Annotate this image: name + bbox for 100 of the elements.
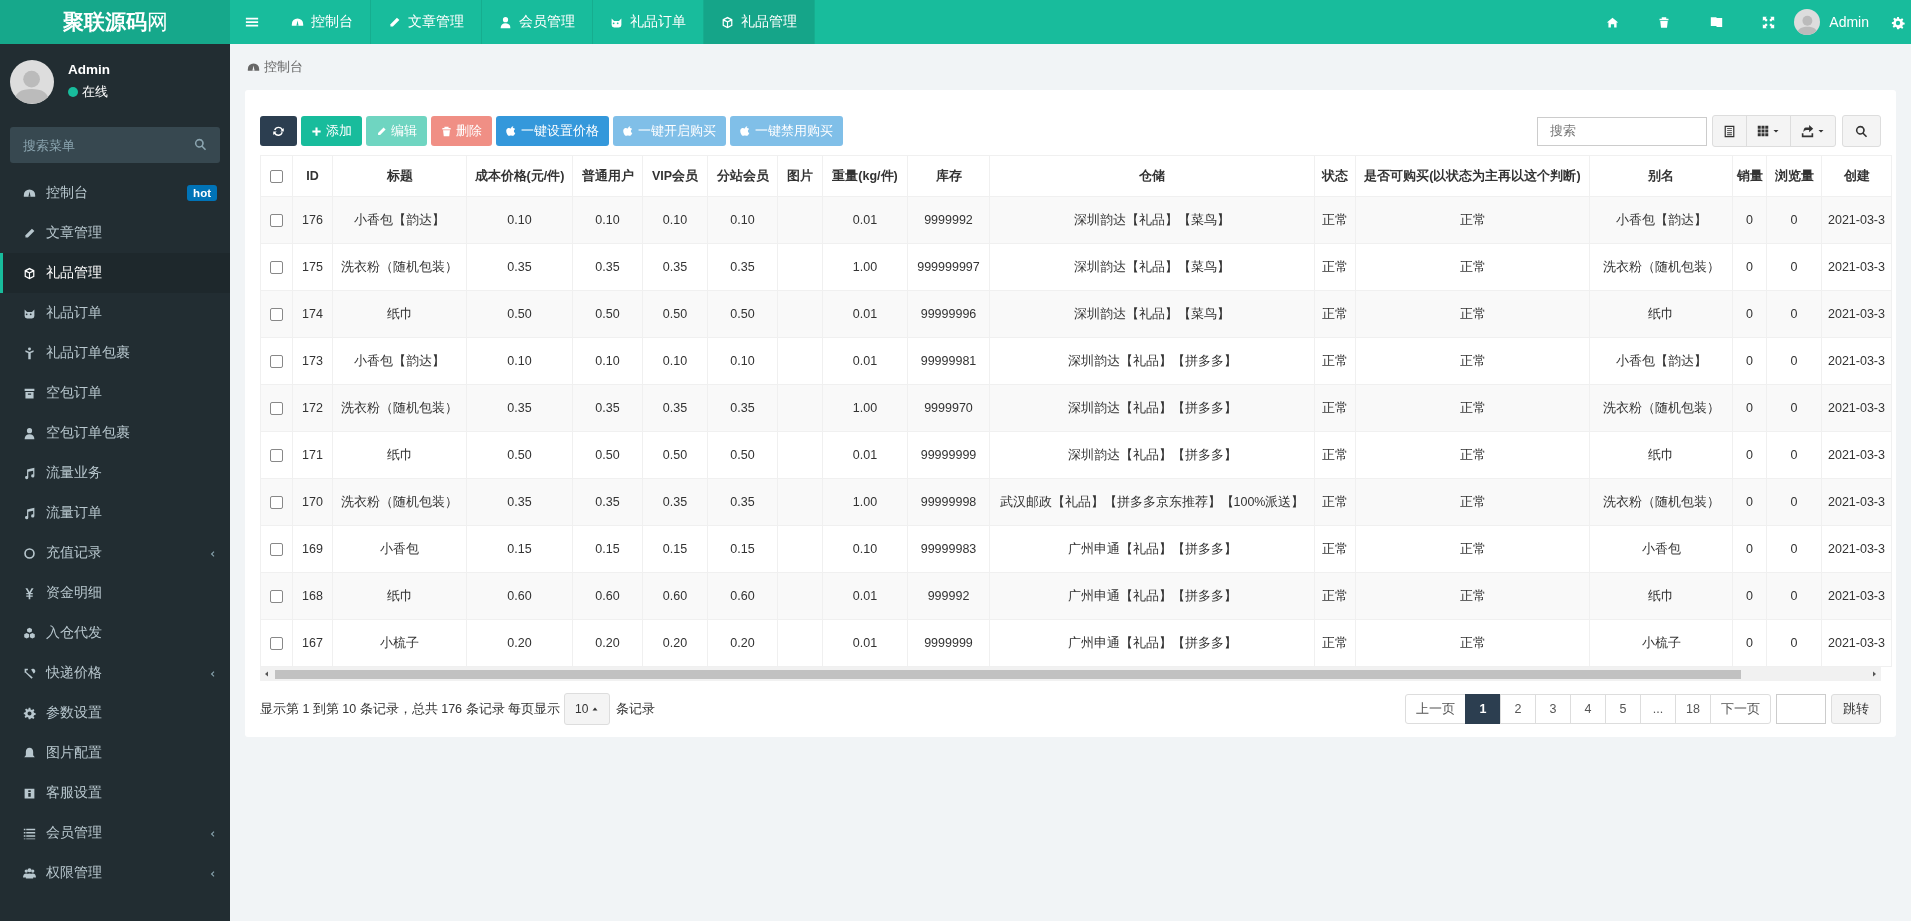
table-cell: 2021-03-3 — [1821, 337, 1892, 385]
sidebar-label: 快递价格 — [46, 664, 103, 682]
sidebar-label: 参数设置 — [46, 704, 103, 722]
row-checkbox[interactable] — [270, 637, 283, 651]
row-checkbox[interactable] — [270, 449, 283, 463]
table-cell: 0 — [1732, 619, 1767, 667]
table-cell: 0 — [1766, 196, 1822, 244]
table-cell: 2021-03-3 — [1821, 572, 1892, 620]
sidebar-label: 权限管理 — [46, 864, 103, 882]
column-header[interactable]: 成本价格(元/件) — [466, 155, 573, 197]
column-header[interactable]: 是否可购买(以状态为主再以这个判断) — [1355, 155, 1590, 197]
column-header[interactable]: 销量 — [1732, 155, 1767, 197]
table-cell: 广州申通【礼品】【拼多多】 — [989, 525, 1315, 573]
row-checkbox[interactable] — [270, 543, 283, 557]
sidebar-item[interactable]: 会员管理 — [0, 813, 230, 853]
column-header[interactable]: 普通用户 — [572, 155, 643, 197]
page-button[interactable]: 2 — [1500, 694, 1536, 724]
table-cell: 172 — [292, 384, 333, 432]
table-cell: 170 — [292, 478, 333, 526]
column-header[interactable]: VIP会员 — [642, 155, 708, 197]
sidebar-item[interactable]: 空包订单包裹 — [0, 413, 230, 453]
table-cell: 169 — [292, 525, 333, 573]
row-checkbox[interactable] — [270, 402, 283, 416]
row-checkbox[interactable] — [270, 214, 283, 228]
horizontal-scrollbar[interactable] — [260, 667, 1881, 681]
page-button[interactable]: ... — [1640, 694, 1676, 724]
sidebar-item[interactable]: 礼品管理 — [0, 253, 230, 293]
sidebar-item[interactable]: 空包订单 — [0, 373, 230, 413]
toggle-view-button[interactable] — [1712, 115, 1747, 147]
sidebar-item[interactable]: 礼品订单 — [0, 293, 230, 333]
row-checkbox[interactable] — [270, 496, 283, 510]
table-cell: 999992 — [907, 572, 990, 620]
table-cell: 0.01 — [822, 337, 908, 385]
page-button[interactable]: 18 — [1675, 694, 1711, 724]
table-cell: 小梳子 — [1589, 619, 1733, 667]
menu-search-field[interactable]: 搜索菜单 — [10, 127, 220, 163]
refresh-button[interactable] — [260, 116, 297, 146]
sidebar-item[interactable]: 礼品订单包裹 — [0, 333, 230, 373]
sidebar-item[interactable]: 文章管理 — [0, 213, 230, 253]
sidebar-item[interactable]: 客服设置 — [0, 773, 230, 813]
page-button[interactable]: 4 — [1570, 694, 1606, 724]
table-cell: 0.20 — [572, 619, 643, 667]
column-header[interactable]: 图片 — [777, 155, 823, 197]
column-header[interactable]: 库存 — [907, 155, 990, 197]
search-button[interactable] — [1842, 115, 1881, 147]
table-cell: 0.10 — [572, 337, 643, 385]
column-header[interactable]: 状态 — [1314, 155, 1356, 197]
table-cell: 纸巾 — [1589, 290, 1733, 338]
next-page-button[interactable]: 下一页 — [1710, 694, 1771, 724]
export-button[interactable] — [1790, 115, 1836, 147]
sidebar-label: 空包订单包裹 — [46, 424, 131, 442]
sidebar-label: 礼品订单 — [46, 304, 103, 322]
table-cell: 0 — [1766, 572, 1822, 620]
page-button[interactable]: 5 — [1605, 694, 1641, 724]
sidebar-item[interactable]: 控制台 hot — [0, 173, 230, 213]
table-cell: 0.01 — [822, 619, 908, 667]
page-number-field[interactable] — [1776, 694, 1826, 724]
row-checkbox[interactable] — [270, 261, 283, 275]
breadcrumb[interactable]: 控制台 — [264, 58, 303, 76]
sidebar-item[interactable]: 权限管理 — [0, 853, 230, 893]
user-avatar[interactable] — [1794, 9, 1821, 35]
search-field[interactable]: 搜索 — [1537, 116, 1707, 146]
sidebar-item[interactable]: 流量订单 — [0, 493, 230, 533]
columns-button[interactable] — [1746, 115, 1791, 147]
row-checkbox[interactable] — [270, 355, 283, 369]
prev-page-button[interactable]: 上一页 — [1405, 694, 1466, 724]
table-cell: 0 — [1732, 572, 1767, 620]
table-cell: 小香包【韵达】 — [1589, 337, 1733, 385]
gauge-icon — [291, 15, 304, 29]
table-cell: 0.15 — [707, 525, 778, 573]
sidebar-item[interactable]: 快递价格 — [0, 653, 230, 693]
column-header[interactable]: 仓储 — [989, 155, 1315, 197]
chevron-left-icon — [208, 828, 217, 839]
table-cell: 纸巾 — [1589, 431, 1733, 479]
sidebar-item[interactable]: 流量业务 — [0, 453, 230, 493]
column-header[interactable]: 分站会员 — [707, 155, 778, 197]
sidebar-item[interactable]: 图片配置 — [0, 733, 230, 773]
page-size-dropdown[interactable]: 10 — [564, 693, 611, 725]
sidebar-item[interactable]: 充值记录 — [0, 533, 230, 573]
row-checkbox[interactable] — [270, 308, 283, 322]
apple-icon — [623, 125, 634, 137]
sidebar-item[interactable]: 入仓代发 — [0, 613, 230, 653]
page-button[interactable]: 3 — [1535, 694, 1571, 724]
row-checkbox[interactable] — [270, 590, 283, 604]
page-button[interactable]: 1 — [1465, 694, 1501, 724]
table-cell: 1.00 — [822, 478, 908, 526]
table-cell: 0.01 — [822, 431, 908, 479]
table-cell: 0 — [1732, 196, 1767, 244]
column-header[interactable]: 创建 — [1821, 155, 1892, 197]
column-header[interactable]: 别名 — [1589, 155, 1733, 197]
column-header[interactable]: ID — [292, 155, 333, 197]
table-cell: 正常 — [1314, 384, 1356, 432]
select-all-checkbox[interactable] — [270, 170, 283, 184]
column-header[interactable]: 重量(kg/件) — [822, 155, 908, 197]
sidebar-item[interactable]: 参数设置 — [0, 693, 230, 733]
column-header[interactable]: 浏览量 — [1766, 155, 1822, 197]
table-cell: 正常 — [1314, 478, 1356, 526]
jump-button[interactable]: 跳转 — [1831, 694, 1881, 724]
column-header[interactable]: 标题 — [332, 155, 467, 197]
sidebar-item[interactable]: 资金明细 — [0, 573, 230, 613]
